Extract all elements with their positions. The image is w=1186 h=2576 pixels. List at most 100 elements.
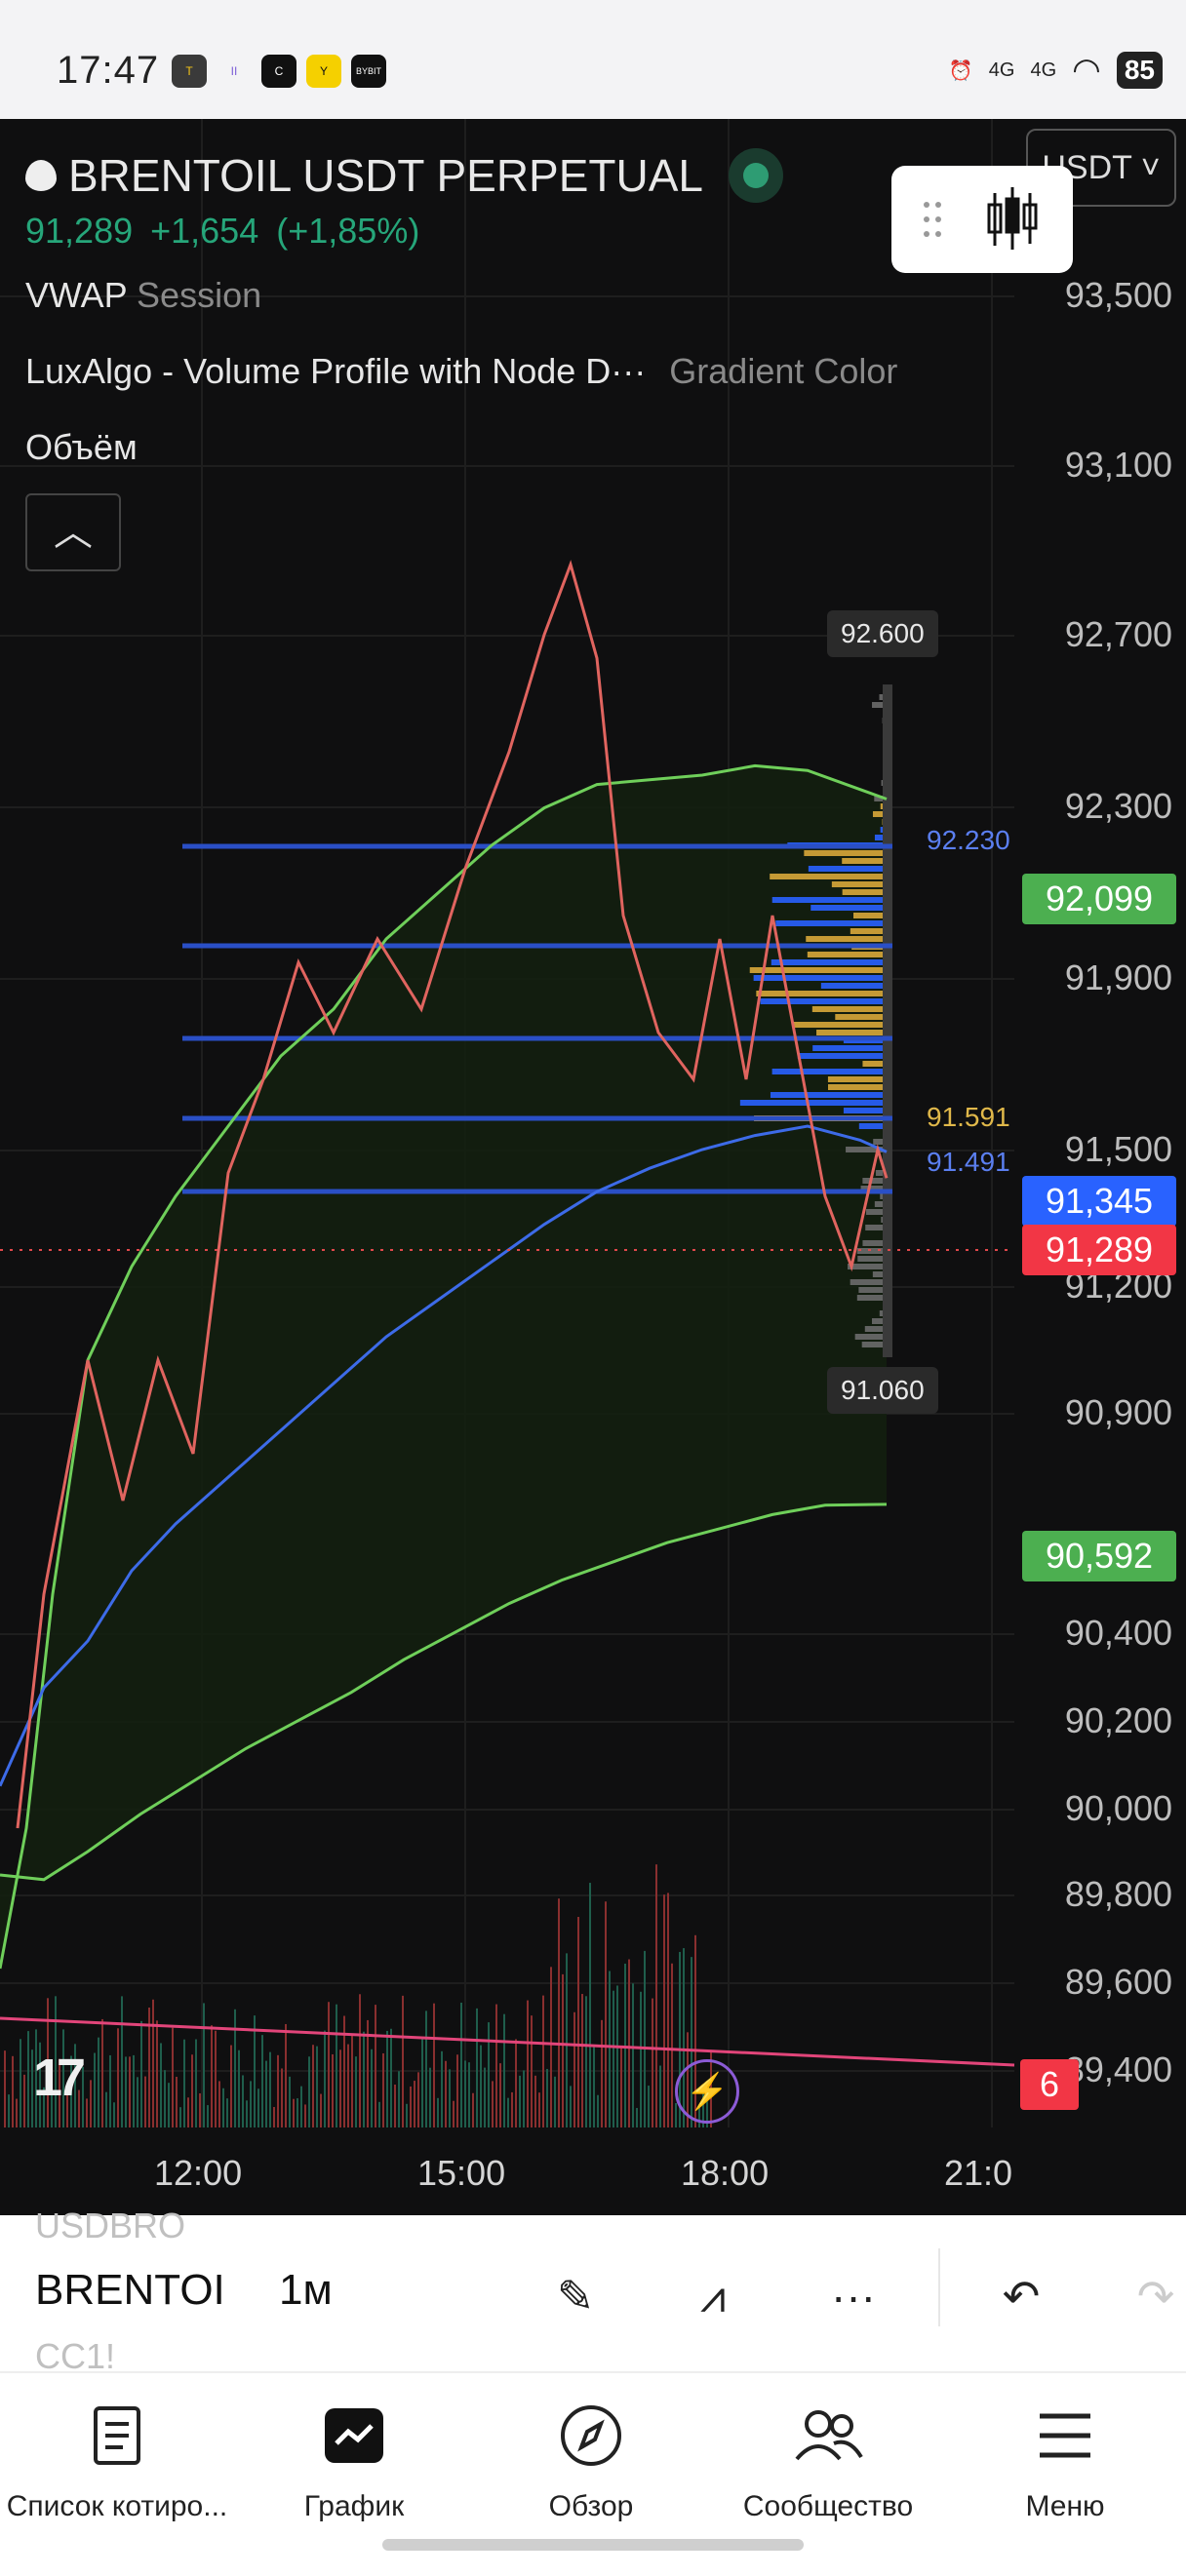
volume-bar	[164, 2070, 166, 2127]
volume-bar	[82, 2066, 84, 2127]
volume-bar	[8, 2094, 10, 2127]
volume-bar	[27, 2031, 29, 2127]
volume-profile-bar	[771, 1069, 892, 1074]
app-notification-icon: BYBIT	[351, 55, 386, 88]
symbol-title-row[interactable]: BRENTOIL USDT PERPETUAL	[25, 148, 783, 203]
volume-bar	[495, 2004, 497, 2127]
volume-bar	[390, 2028, 392, 2127]
volume-bar	[16, 2098, 18, 2127]
symbol-selector[interactable]: BRENTOI	[35, 2266, 225, 2315]
undo-icon[interactable]: ↶	[987, 2262, 1055, 2330]
nav-item-community[interactable]: Сообщество	[711, 2397, 945, 2523]
volume-bar	[105, 2091, 107, 2127]
volume-bar	[129, 2056, 131, 2127]
volume-bar	[113, 2102, 115, 2127]
last-price-tag: 91,289	[1022, 1225, 1176, 1275]
tradingview-logo[interactable]: 17	[33, 2048, 86, 2108]
watchlist-icon	[0, 2397, 234, 2475]
indicator-name: Объём	[25, 427, 138, 467]
indicator-vwap[interactable]: VWAP Session	[25, 275, 261, 316]
volume-bar	[246, 2100, 248, 2127]
volume-bar	[566, 1953, 568, 2127]
app-notification-icon: II	[217, 55, 252, 88]
indicator-volume-profile[interactable]: LuxAlgo - Volume Profile with Node D··· …	[25, 351, 1001, 392]
volume-bar	[269, 2051, 271, 2127]
vwap-price-tag: 91,345	[1022, 1176, 1176, 1227]
volume-bar	[558, 1898, 560, 2127]
volume-bar	[406, 2103, 408, 2127]
volume-bar	[183, 2039, 185, 2127]
symbol-scroll-prev[interactable]: USDBRO	[35, 2205, 185, 2246]
volume-bar	[476, 2008, 478, 2127]
y-tick: 89,400	[1064, 2049, 1172, 2089]
menu-icon	[948, 2397, 1182, 2475]
volume-bar	[277, 2054, 279, 2127]
volume-bar	[320, 2093, 322, 2127]
price-row: 91,289 +1,654 (+1,85%)	[25, 211, 783, 252]
volume-bar	[359, 1994, 361, 2127]
signal-icon: 4G	[988, 59, 1015, 81]
volume-bar	[519, 2075, 521, 2127]
volume-bar	[257, 2088, 259, 2127]
indicator-volume[interactable]: Объём	[25, 427, 138, 468]
volume-bar	[593, 2045, 595, 2127]
nav-item-overview[interactable]: Обзор	[474, 2397, 708, 2523]
volume-bar	[382, 2052, 384, 2127]
y-tick: 90,900	[1064, 1392, 1172, 1432]
app-notification-icon: T	[172, 55, 207, 88]
volume-bar	[176, 2076, 178, 2127]
more-icon[interactable]: ···	[819, 2262, 888, 2330]
node-label: 91.591	[927, 1102, 1010, 1132]
drawing-tool-icon[interactable]: ✎	[541, 2262, 610, 2330]
volume-bar	[585, 1996, 587, 2127]
volume-bar	[23, 2074, 25, 2127]
x-tick: 12:00	[154, 2153, 243, 2193]
nav-item-chart[interactable]: График	[237, 2397, 471, 2523]
volume-bar	[472, 2092, 474, 2127]
volume-price-tag: 6	[1020, 2059, 1079, 2110]
interval-selector[interactable]: 1м	[279, 2266, 333, 2315]
volume-bar	[281, 2068, 283, 2127]
volume-bar	[160, 2043, 162, 2127]
volume-bar	[109, 2054, 111, 2127]
nav-label: Список котиро...	[6, 2490, 228, 2522]
volume-profile-bar	[804, 850, 892, 856]
volume-bar	[336, 2004, 337, 2127]
volume-bar	[636, 2107, 638, 2127]
chart-type-button[interactable]	[891, 166, 1073, 273]
volume-bar	[499, 2063, 501, 2127]
volume-bar	[94, 2052, 96, 2127]
node-label: 92.230	[927, 825, 1010, 855]
volume-bar	[613, 1990, 614, 2127]
volume-bar	[421, 2038, 423, 2127]
chart-area[interactable]: BRENTOIL USDT PERPETUAL 91,289 +1,654 (+…	[0, 119, 1186, 2215]
nav-item-watchlist[interactable]: Список котиро...	[0, 2397, 234, 2523]
volume-bar	[398, 2071, 400, 2127]
trend-tool-icon[interactable]: ⩘	[679, 2262, 747, 2330]
redo-icon[interactable]: ↷	[1122, 2262, 1186, 2330]
volume-bar	[375, 2005, 376, 2127]
oil-drop-icon	[25, 160, 57, 191]
node-label: 91.491	[927, 1147, 1010, 1177]
volume-bar	[480, 2045, 482, 2127]
volume-bar	[304, 2104, 306, 2127]
volume-profile-bar	[756, 991, 892, 996]
volume-bar	[137, 2077, 138, 2127]
volume-bar	[609, 1971, 611, 2127]
symbol-title[interactable]: BRENTOIL USDT PERPETUAL	[68, 149, 703, 202]
volume-bar	[460, 2002, 462, 2127]
app-notification-icon: C	[261, 55, 296, 88]
lightning-icon[interactable]: ⚡	[675, 2059, 739, 2124]
volume-bar	[640, 1991, 642, 2127]
volume-bar	[265, 2060, 267, 2127]
nav-item-menu[interactable]: Меню	[948, 2397, 1182, 2523]
volume-bar	[230, 2045, 232, 2127]
volume-profile-bar	[749, 967, 892, 973]
candles-icon	[924, 187, 1038, 250]
volume-bar	[464, 2060, 466, 2127]
status-time: 17:47	[57, 49, 160, 92]
y-tick: 92,300	[1064, 786, 1172, 826]
collapse-indicators-button[interactable]: ︿	[25, 493, 121, 571]
market-status-icon[interactable]	[729, 148, 783, 203]
signal-icon: 4G	[1030, 59, 1057, 81]
